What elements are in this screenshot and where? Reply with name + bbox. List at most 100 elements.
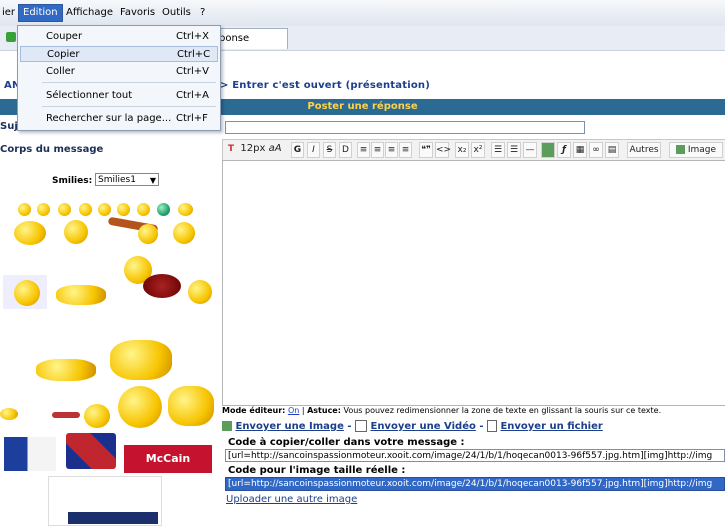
menu-affichage[interactable]: Affichage (62, 5, 117, 21)
smiley-icon[interactable] (0, 408, 18, 420)
font-color-icon[interactable]: T (225, 142, 237, 156)
smiley-icon[interactable] (37, 203, 50, 216)
grid-icon[interactable]: ▤ (605, 142, 619, 158)
smiley-icon[interactable] (157, 203, 170, 216)
menu-item-label: Copier (47, 49, 80, 60)
link-icon[interactable]: ∞ (589, 142, 603, 158)
smiley-icon[interactable] (79, 203, 92, 216)
font-size-select[interactable]: 12px aA (239, 142, 283, 156)
browser-tab[interactable]: ponse (212, 28, 288, 49)
smilies-select[interactable]: Smilies1 ▼ (95, 173, 159, 186)
smiley-icon[interactable] (84, 404, 110, 428)
menu-item-couper[interactable]: Couper Ctrl+X (20, 29, 218, 45)
menu-fichier[interactable]: ier (0, 5, 19, 21)
message-textarea[interactable] (222, 160, 725, 406)
underline-button[interactable]: D (339, 142, 352, 158)
smiley-icon[interactable] (178, 203, 193, 216)
menu-item-label: Sélectionner tout (46, 90, 133, 101)
smiley-icon[interactable] (98, 203, 111, 216)
quote-button[interactable]: ❝❞ (419, 142, 433, 158)
send-file-link[interactable]: Envoyer un fichier (500, 421, 602, 432)
image-preview-band (68, 512, 158, 524)
subject-input[interactable] (225, 121, 585, 134)
image-icon (222, 421, 232, 431)
align-right-icon[interactable]: ≡ (385, 142, 398, 158)
menu-item-coller[interactable]: Coller Ctrl+V (20, 64, 218, 80)
smiley-icon[interactable] (14, 221, 46, 245)
file-icon (486, 420, 497, 432)
fullsize-code-field[interactable]: [url=http://sancoinspassionmoteur.xooit.… (225, 477, 725, 491)
video-icon (355, 420, 367, 432)
tip-label: Astuce: (307, 406, 341, 415)
others-button[interactable]: Autres (627, 142, 661, 158)
menu-help[interactable]: ? (196, 5, 209, 21)
upload-links: Envoyer une Image - Envoyer une Vidéo - … (222, 420, 725, 432)
picture-icon[interactable] (541, 142, 555, 158)
superscript-button[interactable]: x² (471, 142, 485, 158)
image-icon (675, 145, 685, 154)
editor-mode-line: Mode éditeur: On | Astuce: Vous pouvez r… (222, 406, 662, 415)
bold-button[interactable]: G (291, 142, 304, 158)
image-button-label: Image (687, 145, 717, 155)
mode-toggle[interactable]: On (288, 406, 299, 415)
menu-outils[interactable]: Outils (158, 5, 195, 21)
smiley-icon[interactable] (137, 203, 150, 216)
confederate-flag-icon[interactable] (66, 433, 116, 469)
smiley-icon[interactable] (188, 280, 212, 304)
menu-item-find[interactable]: Rechercher sur la page... Ctrl+F (20, 111, 218, 127)
horizontal-rule-icon[interactable]: — (523, 142, 537, 158)
menu-edition[interactable]: Edition (18, 4, 63, 22)
texas-flag-icon[interactable] (4, 437, 56, 471)
menu-favoris[interactable]: Favoris (116, 5, 159, 21)
flash-icon[interactable]: ƒ (557, 142, 571, 158)
menu-item-copier[interactable]: Copier Ctrl+C (20, 46, 218, 62)
menu-item-shortcut: Ctrl+V (176, 66, 210, 77)
smiley-icon[interactable] (117, 203, 130, 216)
align-center-icon[interactable]: ≡ (371, 142, 384, 158)
smiley-icon[interactable] (58, 203, 71, 216)
image-button[interactable]: Image (669, 142, 723, 158)
align-justify-icon[interactable]: ≡ (399, 142, 412, 158)
breadcrumb-link[interactable]: > Entrer c'est ouvert (présentation) (220, 80, 430, 91)
code-field[interactable]: [url=http://sancoinspassionmoteur.xooit.… (225, 449, 725, 462)
menu-item-shortcut: Ctrl+F (176, 113, 208, 124)
menu-item-shortcut: Ctrl+C (177, 49, 211, 60)
smiley-icon[interactable] (110, 340, 172, 380)
smiley-icon[interactable] (168, 386, 214, 426)
send-video-link[interactable]: Envoyer une Vidéo (370, 421, 475, 432)
smiley-icon[interactable] (18, 203, 31, 216)
smiley-icon[interactable] (64, 220, 88, 244)
smilies-label: Smilies: (52, 176, 93, 186)
numbered-list-icon[interactable]: ☰ (507, 142, 521, 158)
code-button[interactable]: <> (435, 142, 451, 158)
menu-item-select-all[interactable]: Sélectionner tout Ctrl+A (20, 88, 218, 104)
menu-item-label: Rechercher sur la page... (46, 113, 172, 124)
font-sample: aA (268, 143, 282, 154)
editor-toolbar: T 12px aA G I S D ≡ ≡ ≡ ≡ ❝❞ <> x₂ x² ☰ … (222, 139, 725, 161)
edition-menu: Couper Ctrl+X Copier Ctrl+C Coller Ctrl+V S… (17, 25, 221, 131)
smiley-icon[interactable] (36, 359, 96, 381)
subscript-button[interactable]: x₂ (455, 142, 469, 158)
smiley-icon[interactable] (118, 386, 162, 428)
barbecue-icon (143, 274, 181, 298)
table-icon[interactable]: ▦ (573, 142, 587, 158)
send-image-link[interactable]: Envoyer une Image (235, 421, 343, 432)
italic-button[interactable]: I (307, 142, 320, 158)
tip-text: Vous pouvez redimensionner la zone de te… (343, 406, 662, 415)
mccain-logo[interactable]: McCain (124, 445, 212, 473)
add-favorite-icon[interactable] (6, 32, 16, 42)
body-label: Corps du message (0, 144, 104, 155)
fullsize-code-label: Code pour l'image taille réelle : (228, 465, 406, 476)
menu-bar: ier Edition Affichage Favoris Outils ? (0, 0, 725, 27)
upload-another-link[interactable]: Uploader une autre image (226, 494, 357, 505)
strike-button[interactable]: S (323, 142, 336, 158)
bullet-list-icon[interactable]: ☰ (491, 142, 505, 158)
font-size-value: 12px (240, 143, 266, 154)
tab-label: ponse (219, 33, 250, 44)
code-label: Code à copier/coller dans votre message … (228, 437, 465, 448)
smiley-icon[interactable] (138, 224, 158, 244)
menu-separator (42, 82, 216, 83)
align-left-icon[interactable]: ≡ (357, 142, 370, 158)
smiley-icon[interactable] (56, 285, 106, 305)
smiley-icon[interactable] (173, 222, 195, 244)
